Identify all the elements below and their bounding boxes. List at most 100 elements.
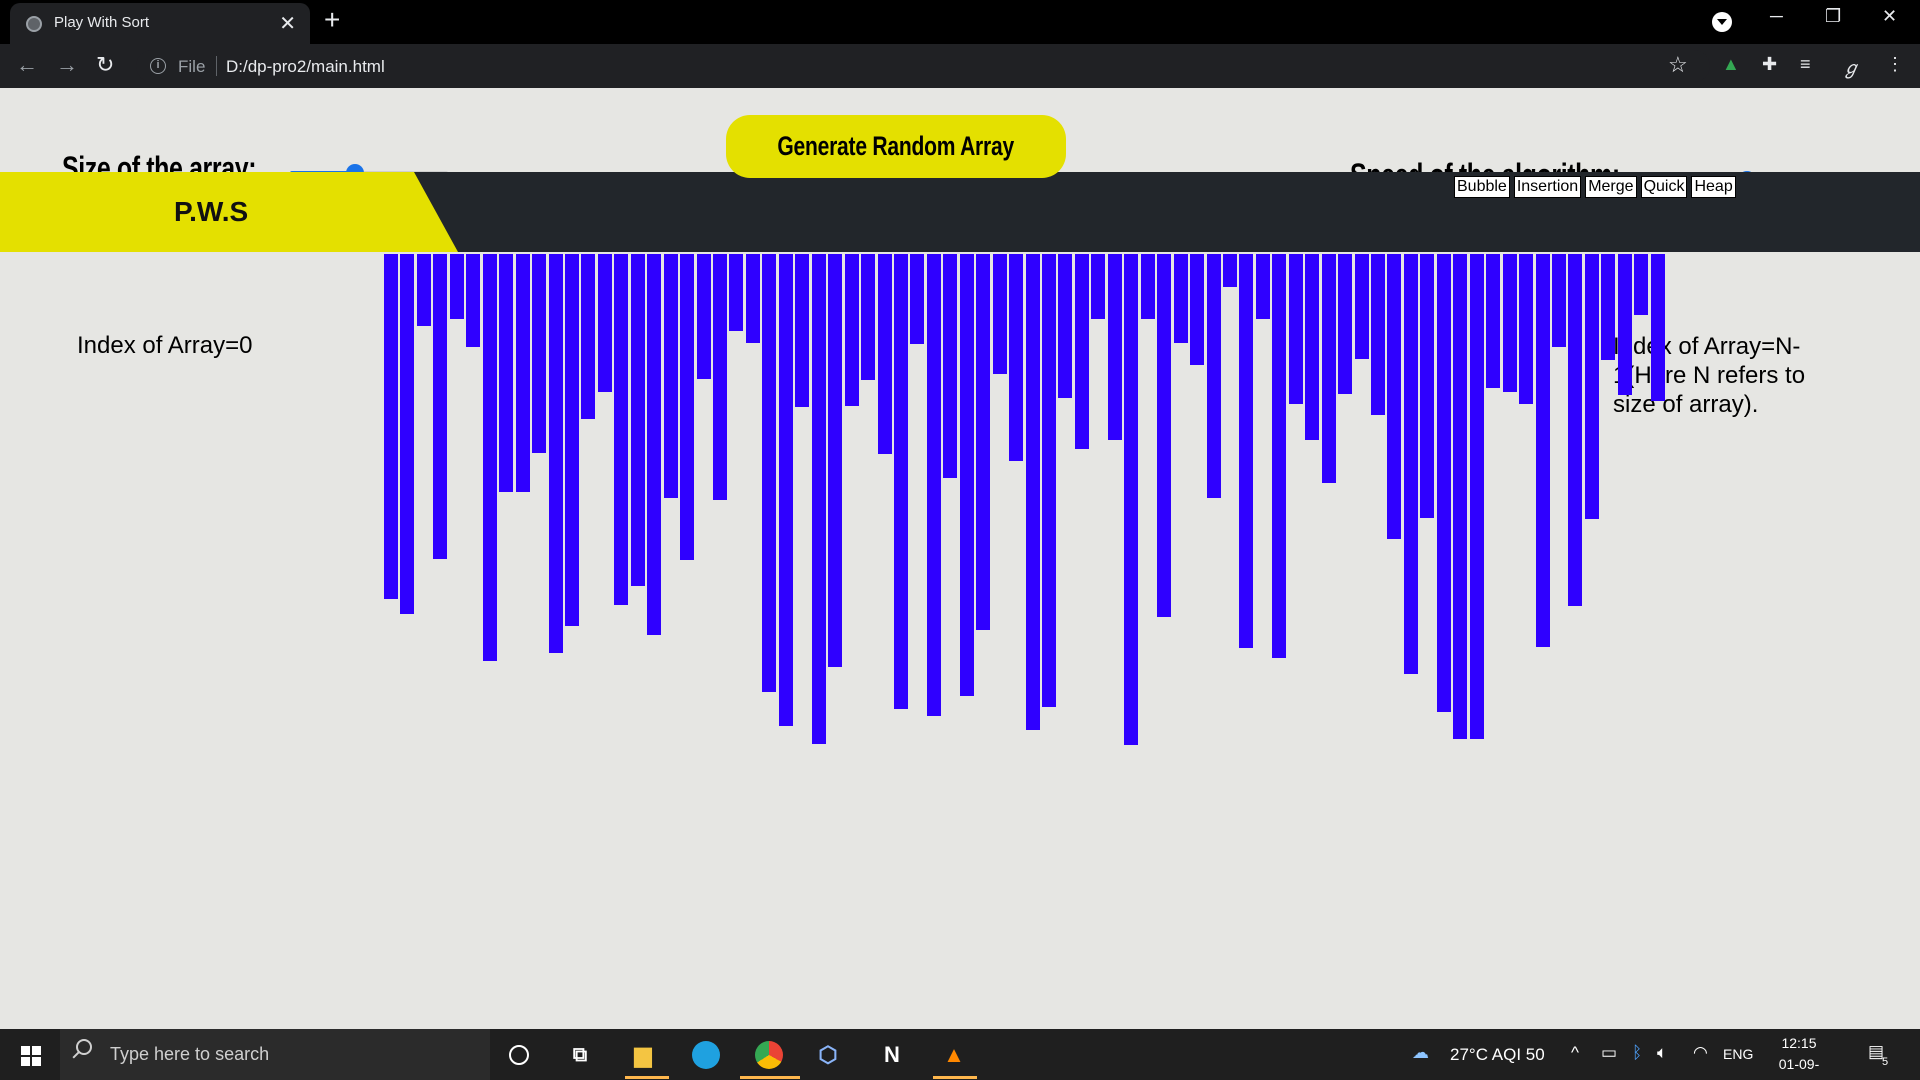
array-bar — [844, 254, 859, 406]
merge-sort-button[interactable]: Merge — [1585, 176, 1637, 198]
array-bar — [828, 254, 843, 667]
tab-search-icon[interactable] — [1712, 12, 1732, 32]
array-bar — [926, 254, 941, 716]
window-close-icon[interactable]: ✕ — [1882, 6, 1897, 27]
language-indicator[interactable]: ENG — [1723, 1046, 1753, 1062]
generate-array-label: Generate Random Array — [777, 131, 1015, 161]
taskbar-search[interactable]: Type here to search — [60, 1029, 490, 1080]
insertion-sort-button[interactable]: Insertion — [1513, 176, 1582, 198]
array-bar — [1453, 254, 1468, 739]
profile-extension-icon[interactable]: ℊ — [1842, 54, 1860, 80]
bluetooth-icon[interactable]: ᛒ — [1632, 1043, 1642, 1063]
generate-array-button[interactable]: Generate Random Array — [726, 115, 1066, 178]
array-bar — [1107, 254, 1122, 440]
browser-menu-icon[interactable]: ⋮ — [1886, 54, 1904, 75]
address-separator — [216, 56, 217, 76]
array-bar — [647, 254, 662, 635]
heap-sort-button[interactable]: Heap — [1691, 176, 1736, 198]
search-placeholder: Type here to search — [110, 1044, 270, 1064]
tab-close-icon[interactable]: ✕ — [279, 11, 296, 36]
reload-icon[interactable]: ↻ — [96, 52, 114, 78]
windows-start-icon[interactable] — [21, 1046, 41, 1066]
array-bar — [1601, 254, 1616, 360]
array-bar — [1387, 254, 1402, 539]
array-bar — [1502, 254, 1517, 392]
array-bar — [499, 254, 514, 492]
bookmark-star-icon[interactable]: ☆ — [1668, 52, 1688, 78]
clock-date: 01-09-2021 — [1778, 1056, 1820, 1080]
array-bar — [1436, 254, 1451, 712]
edge-icon[interactable] — [690, 1039, 722, 1071]
array-bar — [1354, 254, 1369, 359]
chevron-up-icon[interactable]: ^ — [1571, 1043, 1579, 1063]
array-bar — [1650, 254, 1665, 401]
browser-tab[interactable]: Play With Sort ✕ — [10, 3, 310, 44]
system-clock[interactable]: 12:15 01-09-2021 — [1764, 1033, 1834, 1080]
forward-arrow-icon[interactable]: → — [56, 52, 78, 78]
array-bar — [1272, 254, 1287, 658]
array-bar — [581, 254, 596, 419]
chrome-active-indicator — [740, 1076, 800, 1079]
array-bar — [630, 254, 645, 586]
notion-icon[interactable]: N — [876, 1039, 908, 1071]
array-bar — [1222, 254, 1237, 287]
back-arrow-icon[interactable]: ← — [16, 52, 38, 78]
task-view-icon[interactable]: ⧉ — [564, 1039, 596, 1071]
array-bar — [1403, 254, 1418, 674]
array-bar — [795, 254, 810, 407]
array-bar — [1239, 254, 1254, 648]
array-bar — [1634, 254, 1649, 315]
array-bar — [449, 254, 464, 319]
array-bar — [400, 254, 415, 614]
array-bar — [877, 254, 892, 454]
array-bars — [384, 254, 1665, 754]
index-start-label: Index of Array=0 — [77, 332, 253, 359]
virtualbox-icon[interactable]: ⬡ — [812, 1039, 844, 1071]
array-bar — [1025, 254, 1040, 730]
file-explorer-icon[interactable]: ▆ — [627, 1039, 659, 1071]
array-bar — [762, 254, 777, 692]
array-bar — [1584, 254, 1599, 519]
cortana-icon[interactable] — [503, 1039, 535, 1071]
extensions-puzzle-icon[interactable]: ✚ — [1762, 54, 1777, 75]
battery-icon[interactable]: ▭ — [1601, 1043, 1617, 1063]
chrome-icon[interactable] — [753, 1039, 785, 1071]
browser-tab-strip: Play With Sort ✕ + ─ ❐ ✕ — [0, 0, 1920, 44]
weather-icon[interactable]: ☁ — [1412, 1043, 1429, 1063]
array-bar — [893, 254, 908, 709]
address-bar[interactable]: i File D:/dp-pro2/main.html — [136, 50, 1710, 82]
array-bar — [1009, 254, 1024, 461]
array-bar — [696, 254, 711, 379]
info-icon[interactable]: i — [150, 58, 166, 74]
minimize-icon[interactable]: ─ — [1770, 6, 1783, 27]
array-bar — [910, 254, 925, 344]
volume-icon[interactable]: 🔈︎ — [1657, 1043, 1667, 1063]
weather-text[interactable]: 27°C AQI 50 — [1450, 1045, 1545, 1065]
array-bar — [1173, 254, 1188, 343]
array-bar — [384, 254, 398, 599]
reading-list-icon[interactable]: ≡ — [1800, 54, 1811, 75]
quick-sort-button[interactable]: Quick — [1640, 176, 1688, 198]
array-bar — [1058, 254, 1073, 398]
array-bar — [1255, 254, 1270, 319]
restore-icon[interactable]: ❐ — [1825, 6, 1841, 27]
bubble-sort-button[interactable]: Bubble — [1454, 176, 1510, 198]
array-bar — [663, 254, 678, 498]
array-bar — [811, 254, 826, 744]
wifi-icon[interactable]: ◠ — [1693, 1043, 1708, 1063]
array-bar — [1206, 254, 1221, 498]
array-bar — [1091, 254, 1106, 319]
array-bar — [1321, 254, 1336, 483]
vlc-icon[interactable]: ▲ — [938, 1039, 970, 1071]
tab-title: Play With Sort — [54, 14, 150, 31]
array-bar — [745, 254, 760, 343]
file-explorer-active-indicator — [625, 1076, 669, 1079]
drive-extension-icon[interactable]: ▲ — [1722, 54, 1740, 75]
url-text[interactable]: D:/dp-pro2/main.html — [226, 57, 385, 77]
array-bar — [1042, 254, 1056, 707]
array-bar — [1124, 254, 1139, 745]
array-bar — [992, 254, 1007, 374]
browser-toolbar: ← → ↻ i File D:/dp-pro2/main.html — [0, 44, 1920, 88]
array-bar — [1420, 254, 1435, 518]
new-tab-icon[interactable]: + — [324, 4, 340, 36]
